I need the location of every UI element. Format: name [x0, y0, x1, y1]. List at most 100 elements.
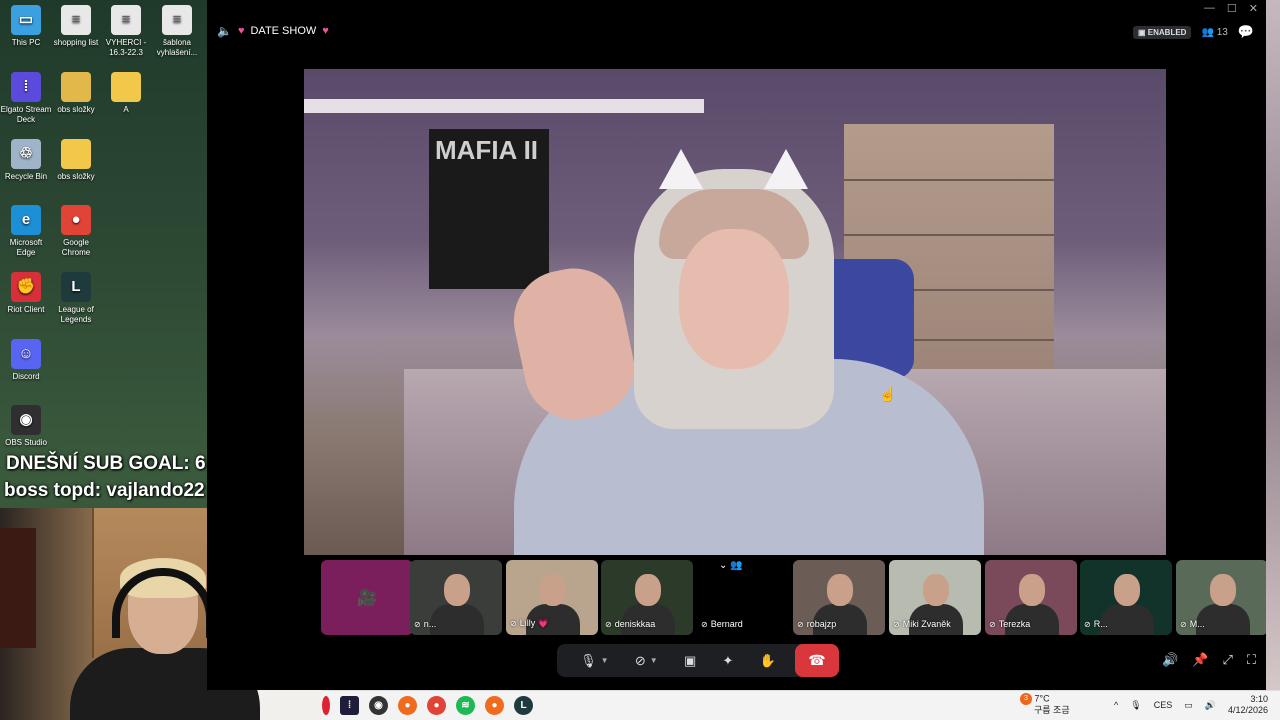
camera-off-icon: ⊘ — [634, 652, 646, 668]
background-window-edge — [1266, 0, 1280, 690]
discord-call-window: — ☐ ✕ 🔈 ♥ DATE SHOW ♥ ▣ ENABLED 👥 13 💬 M… — [207, 0, 1268, 690]
desktop-icon[interactable]: obs složky — [50, 139, 102, 182]
minimize-icon[interactable]: — — [1204, 2, 1215, 15]
popout-icon[interactable]: ⤢ — [1222, 652, 1232, 668]
chevron-up-icon[interactable]: ^ — [1114, 700, 1118, 710]
desktop-icon[interactable]: ♲ Recycle Bin — [0, 139, 52, 182]
app-icon[interactable] — [322, 696, 330, 715]
participant-name: Lilly 💗 — [519, 618, 549, 628]
folder-icon — [61, 139, 91, 169]
fullscreen-icon[interactable]: ⛶ — [1247, 652, 1256, 668]
desktop-icon-label: OBS Studio — [5, 438, 47, 447]
taskbar-apps: ⁞ ◉ ● ● ≋ ● L — [322, 696, 533, 715]
stream-deck-icon[interactable]: ⁞ — [340, 696, 359, 715]
desktop-icon[interactable]: ◉ OBS Studio — [0, 405, 52, 448]
network-icon[interactable]: ▭ — [1184, 700, 1193, 711]
participant-tile[interactable]: ⊘ robajzp — [793, 560, 885, 635]
desktop-icon-label: A — [123, 105, 129, 114]
muted-mic-icon: ⊘ — [1084, 619, 1091, 629]
participant-tile[interactable]: ⊘ Terezka — [985, 560, 1077, 635]
participant-name: Terezka — [998, 619, 1031, 629]
league-icon[interactable]: L — [514, 696, 533, 715]
weather-widget[interactable]: 3 7°C 구름 조금 — [1020, 693, 1070, 716]
participant-face — [827, 574, 853, 606]
participant-tile[interactable]: ⊘ Miki Zvaněk — [889, 560, 981, 635]
recycle-bin-icon: ♲ — [11, 139, 41, 169]
spotify-icon[interactable]: ≋ — [456, 696, 475, 715]
participant-tile[interactable]: 🎥 — [321, 560, 413, 635]
participant-face — [540, 574, 566, 606]
maximize-icon[interactable]: ☐ — [1227, 2, 1237, 15]
weather-temp: 7°C — [1034, 693, 1050, 704]
desktop-icon[interactable]: ≡ šablona vyhlašení... — [151, 5, 203, 58]
participant-face — [923, 574, 949, 606]
muted-mic-icon: ⊘ — [701, 619, 708, 629]
participants-button[interactable]: 👥 13 — [1201, 27, 1227, 38]
desktop-icon[interactable]: ☺ Discord — [0, 339, 52, 382]
participant-body — [430, 604, 484, 635]
desktop-icon[interactable]: ✊ Riot Client — [0, 272, 52, 315]
participant-face — [635, 574, 661, 606]
participant-tile[interactable]: ⊘ M... — [1176, 560, 1268, 635]
language-indicator[interactable]: CES — [1154, 700, 1173, 710]
obs-icon[interactable]: ◉ — [369, 696, 388, 715]
volume-icon[interactable]: 🔊 — [1205, 700, 1216, 711]
muted-mic-icon: ⊘ — [797, 619, 804, 629]
desktop-icon-label: Discord — [12, 372, 40, 381]
participant-strip: 🎥 ⊘ n... ⊘ Lilly 💗 ⊘ deniskkaa ⊘ Bernard ⊘ robajzp… — [321, 560, 1268, 636]
edge-icon: e — [11, 205, 41, 235]
clock[interactable]: 3:10 4/12/2026 — [1228, 694, 1268, 716]
participant-tile[interactable]: ⊘ n... — [410, 560, 502, 635]
desktop-icon[interactable]: ≡ shopping list — [50, 5, 102, 48]
discord-icon: ☺ — [11, 339, 41, 369]
participant-name: Bernard — [710, 619, 743, 629]
participant-tile[interactable]: ⊘ deniskkaa — [601, 560, 693, 635]
soundboard-button[interactable]: ✋ — [760, 653, 776, 669]
league-icon: L — [61, 272, 91, 302]
pin-icon[interactable]: 📌 — [1192, 652, 1208, 668]
participant-name-tag: ⊘ Terezka — [989, 619, 1030, 629]
desktop-icon-label: Riot Client — [7, 305, 45, 314]
system-tray: ^ 🎙 CES ▭ 🔊 3:10 4/12/2026 — [1114, 694, 1268, 716]
desktop-icon[interactable]: ⁞ Elgato Stream Deck — [0, 72, 52, 125]
desktop-icon[interactable]: ● Google Chrome — [50, 205, 102, 258]
desktop-icon-label: Microsoft Edge — [9, 238, 43, 257]
chevron-down-icon[interactable]: ▼ — [601, 656, 609, 665]
chat-bubble-icon[interactable]: 💬 — [1238, 24, 1254, 40]
mouse-cursor-icon: ☝ — [879, 386, 897, 402]
desktop-icon[interactable]: obs složky — [50, 72, 102, 115]
firefox-icon[interactable]: ● — [398, 696, 417, 715]
desktop-icon-label: This PC — [11, 38, 41, 47]
channel-name: DATE SHOW — [250, 25, 317, 37]
participant-tile[interactable]: ⊘ Lilly 💗 — [506, 560, 598, 635]
desktop-icon[interactable]: A — [100, 72, 152, 115]
participant-name-tag: ⊘ Lilly 💗 — [510, 618, 549, 629]
chrome-icon[interactable]: ● — [427, 696, 446, 715]
participant-count: 13 — [1216, 26, 1228, 38]
disconnect-button[interactable]: ☎ — [795, 644, 839, 677]
microphone-icon[interactable]: 🎙 — [1130, 700, 1141, 711]
taskbar: ⁞ ◉ ● ● ≋ ● L 3 7°C 구름 조금 ^ 🎙 CES ▭ 🔊 3:… — [322, 690, 1280, 720]
activities-button[interactable]: ✦ — [723, 653, 734, 669]
close-icon[interactable]: ✕ — [1249, 2, 1258, 15]
muted-mic-icon: ⊘ — [414, 619, 421, 629]
main-video-feed[interactable]: MAFIA II — [304, 69, 1166, 555]
date: 4/12/2026 — [1227, 705, 1268, 715]
speaker-icon: 🔈 — [217, 24, 232, 38]
muted-mic-icon: ⊘ — [1180, 619, 1187, 629]
volume-icon[interactable]: 🔊 — [1162, 652, 1178, 668]
participant-name-tag: ⊘ M... — [1180, 619, 1205, 629]
desktop-icon[interactable]: ▭ This PC — [0, 5, 52, 48]
microphone-button[interactable]: 🎙 ▼ — [580, 653, 608, 669]
screen-share-button[interactable]: ▣ — [684, 653, 696, 669]
collapse-strip-button[interactable]: ⌄ 👥 — [719, 560, 755, 580]
participant-tile[interactable]: ⊘ R... — [1080, 560, 1172, 635]
desktop-icon[interactable]: e Microsoft Edge — [0, 205, 52, 258]
firefox-icon[interactable]: ● — [485, 696, 504, 715]
desktop-icon[interactable]: ≡ VYHERCI - 16.3-22.3 — [100, 5, 152, 58]
enabled-badge[interactable]: ▣ ENABLED — [1133, 25, 1192, 39]
desktop-icon[interactable]: L League of Legends — [50, 272, 102, 325]
desktop-icon-label: Google Chrome — [61, 238, 91, 257]
chevron-down-icon[interactable]: ▼ — [650, 656, 658, 665]
camera-button[interactable]: ⊘ ▼ — [635, 653, 658, 669]
